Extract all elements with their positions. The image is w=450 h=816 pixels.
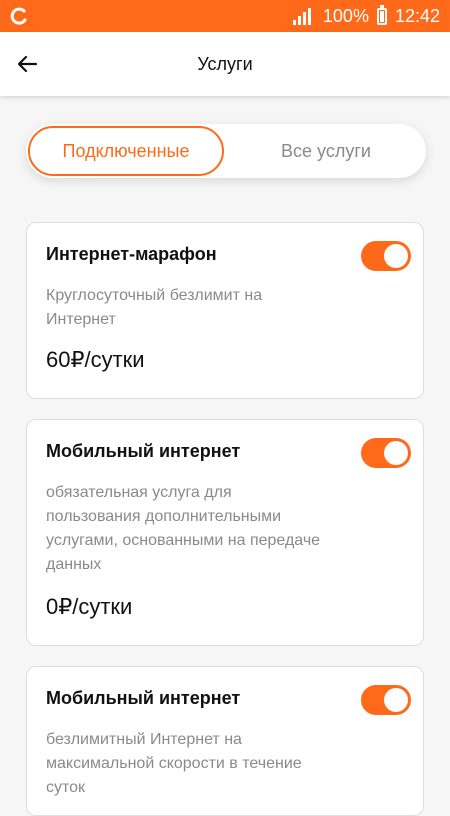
- services-tabs: Подключенные Все услуги: [26, 124, 426, 178]
- clock: 12:42: [394, 5, 440, 26]
- app-bar: Услуги: [0, 32, 450, 96]
- battery-icon: [376, 4, 387, 25]
- service-price: 0₽/сутки: [46, 594, 133, 619]
- service-title: Мобильный интернет: [46, 441, 241, 461]
- tab-connected[interactable]: Подключенные: [28, 126, 224, 176]
- service-toggle[interactable]: [361, 685, 411, 715]
- service-description: обязательная услуга для пользования допо…: [46, 484, 321, 573]
- service-description: Круглосуточный безлимит на Интернет: [46, 287, 263, 328]
- service-title: Интернет-марафон: [46, 244, 217, 264]
- tab-all-services[interactable]: Все услуги: [228, 126, 424, 176]
- service-toggle[interactable]: [361, 438, 411, 468]
- battery-percentage: 100%: [322, 5, 369, 26]
- service-card[interactable]: Мобильный интернет обязательная услуга д…: [26, 419, 424, 646]
- status-indicators: 100% 12:42: [292, 4, 440, 27]
- service-title: Мобильный интернет: [46, 688, 241, 708]
- signal-icon: [292, 7, 315, 25]
- service-price: 60₽/сутки: [46, 347, 145, 372]
- service-card[interactable]: Интернет-марафон Круглосуточный безлимит…: [26, 222, 424, 399]
- operator-logo-icon: [8, 5, 30, 27]
- page-title: Услуги: [197, 53, 253, 74]
- service-toggle[interactable]: [361, 241, 411, 271]
- status-bar: 100% 12:42: [0, 0, 450, 32]
- service-card[interactable]: Мобильный интернет безлимитный Интернет …: [26, 666, 424, 816]
- service-description: безлимитный Интернет на максимальной ско…: [46, 731, 302, 796]
